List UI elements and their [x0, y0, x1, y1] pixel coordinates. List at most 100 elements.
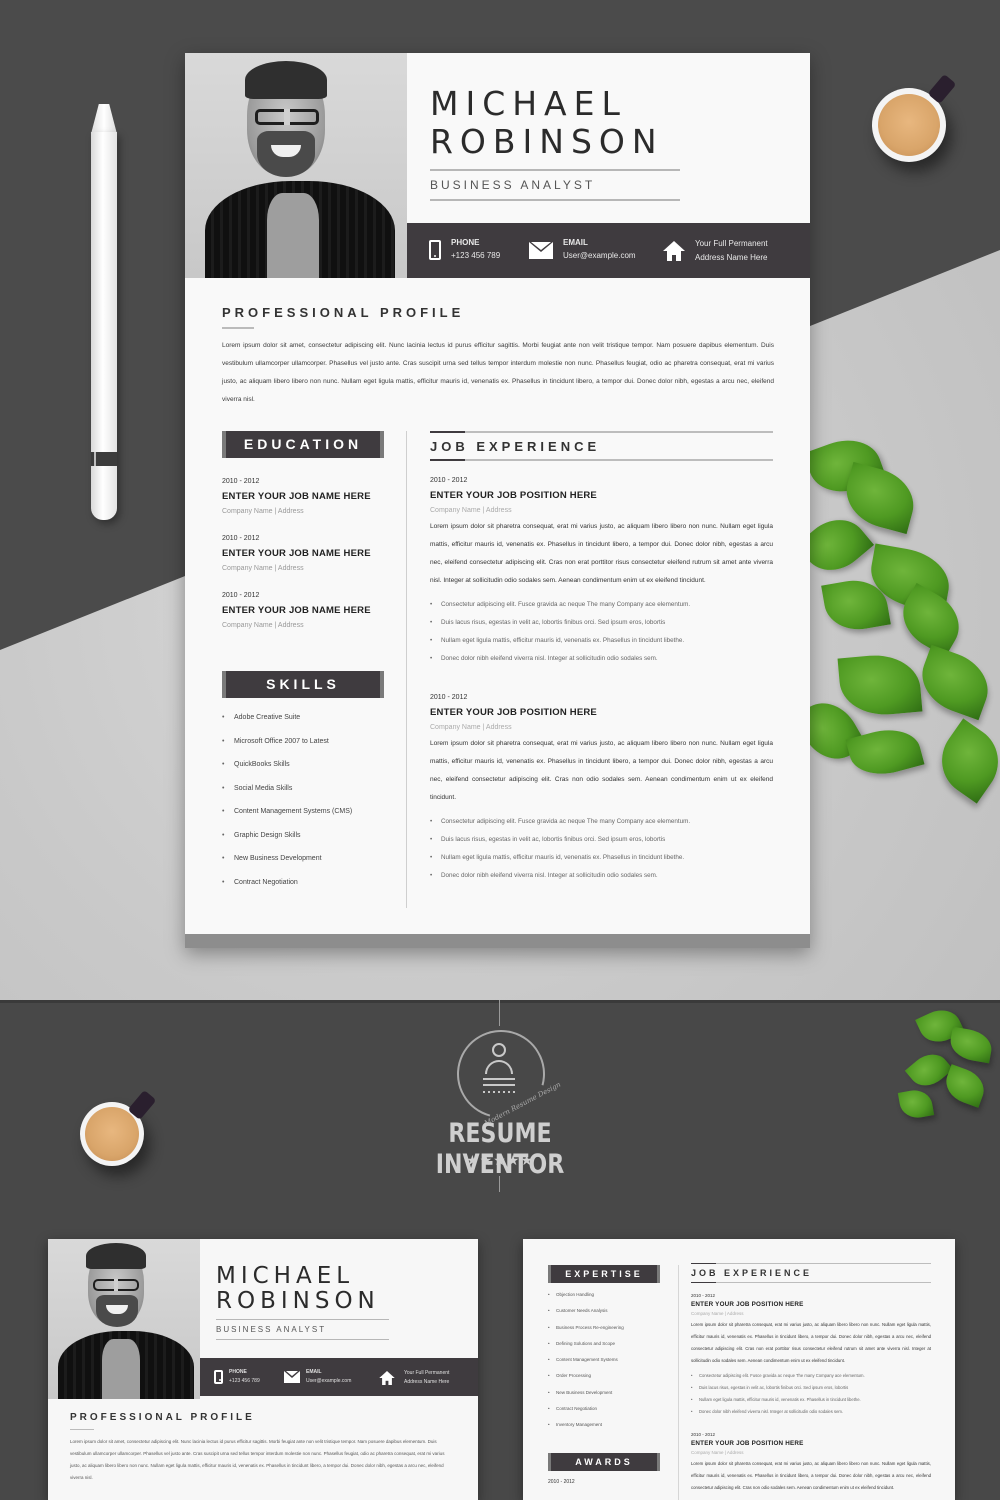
leaf	[897, 1087, 935, 1121]
job-bullets: Consectetur adipiscing elit. Fusce gravi…	[430, 813, 773, 885]
job-position: ENTER YOUR JOB POSITION HERE	[691, 1301, 804, 1308]
star-rating: ★★★★★	[466, 1152, 534, 1168]
section-heading: JOB EXPERIENCE	[691, 1268, 813, 1278]
brand-name: RESUME INVENTOR	[435, 1118, 565, 1180]
expertise-item: Business Process Re-engineering	[548, 1325, 660, 1341]
expertise-item: Contract Negotiation	[548, 1406, 660, 1422]
pencil-tip	[91, 104, 117, 134]
photo-hair	[86, 1243, 146, 1269]
job-bullets: Consectetur adipiscing elit. Fusce gravi…	[691, 1370, 931, 1418]
envelope-icon	[284, 1371, 300, 1383]
education-date: 2010 - 2012	[222, 478, 260, 485]
first-name: MICHAEL	[430, 84, 627, 123]
skill-item: Social Media Skills	[222, 785, 384, 809]
sheet-footer-bar	[185, 934, 810, 948]
job-position: ENTER YOUR JOB POSITION HERE	[691, 1440, 804, 1447]
job-description: Lorem ipsum dolor sit pharetra consequat…	[430, 740, 773, 801]
envelope-icon	[529, 241, 553, 259]
phone-value: +123 456 789	[451, 251, 501, 260]
divider	[691, 1282, 931, 1283]
address-line-2: Address Name Here	[695, 253, 768, 262]
job-bullet: Donec dolor nibh eleifend viverra nisl. …	[691, 1406, 931, 1418]
job-company: Company Name | Address	[691, 1450, 744, 1455]
education-name: ENTER YOUR JOB NAME HERE	[222, 491, 371, 502]
job-date: 2010 - 2012	[430, 477, 468, 484]
job-entry: 2010 - 2012 ENTER YOUR JOB POSITION HERE…	[430, 694, 773, 885]
job-bullet: Duis lacus risus, egestas in velit ac, l…	[430, 831, 773, 849]
divider	[691, 1263, 931, 1264]
skills-heading: SKILLS	[222, 671, 384, 698]
job-date: 2010 - 2012	[430, 694, 468, 701]
job-description: Lorem ipsum dolor sit pharetra consequat…	[430, 523, 773, 584]
brand-logo: Modern Resume Design RESUME INVENTOR ★★★…	[380, 1000, 620, 1200]
section-heading: PROFESSIONAL PROFILE	[70, 1412, 255, 1423]
education-company: Company Name | Address	[222, 565, 304, 572]
expertise-item: Content Management Systems	[548, 1357, 660, 1373]
logo-stripe	[483, 1078, 515, 1080]
section-heading: PROFESSIONAL PROFILE	[222, 305, 465, 320]
awards-heading: AWARDS	[548, 1452, 660, 1471]
home-icon	[379, 1371, 395, 1385]
contact-email: EMAIL User@example.com	[284, 1368, 351, 1386]
expertise-item: Order Processing	[548, 1373, 660, 1389]
job-bullet: Donec dolor nibh eleifend viverra nisl. …	[430, 867, 773, 885]
awards-date: 2010 - 2012	[548, 1478, 575, 1485]
last-name: ROBINSON	[430, 122, 664, 161]
contact-bar: PHONE +123 456 789 EMAIL User@example.co…	[407, 223, 810, 278]
leaf	[912, 644, 998, 721]
phone-label: PHONE	[229, 1369, 247, 1375]
contact-address: Your Full Permanent Address Name Here	[663, 237, 768, 265]
profile-photo	[185, 53, 407, 278]
person-icon-head	[492, 1043, 506, 1057]
divider	[499, 1000, 500, 1026]
profile-text: Lorem ipsum dolor sit amet, consectetur …	[222, 342, 774, 403]
address-line-1: Your Full Permanent	[695, 239, 768, 248]
skill-item: Microsoft Office 2007 to Latest	[222, 738, 384, 762]
left-column: EDUCATION 2010 - 2012 ENTER YOUR JOB NAM…	[222, 431, 384, 902]
photo-hair	[245, 61, 327, 99]
coffee-cup-image	[80, 1089, 157, 1166]
pencil-band	[91, 452, 117, 466]
expertise-item: Inventory Management	[548, 1422, 660, 1438]
coffee-surface	[877, 93, 941, 157]
leaf	[947, 1026, 995, 1064]
education-date: 2010 - 2012	[222, 535, 260, 542]
job-entry: 2010 - 2012 ENTER YOUR JOB POSITION HERE…	[691, 1293, 931, 1418]
skill-item: QuickBooks Skills	[222, 761, 384, 785]
education-company: Company Name | Address	[222, 622, 304, 629]
photo-tshirt	[267, 193, 319, 278]
address-line-2: Address Name Here	[404, 1379, 450, 1385]
home-icon	[663, 241, 685, 261]
last-name: ROBINSON	[216, 1288, 380, 1314]
leaf	[927, 718, 1000, 804]
contact-address: Your Full Permanent Address Name Here	[376, 1368, 449, 1388]
email-label: EMAIL	[563, 238, 588, 247]
expertise-list: Objection Handling Customer Needs Analys…	[548, 1292, 660, 1439]
logo-dots	[483, 1091, 515, 1093]
column-divider	[678, 1265, 679, 1500]
coffee-cup-image	[872, 73, 957, 162]
expertise-item: Objection Handling	[548, 1292, 660, 1308]
professional-profile-section: PROFESSIONAL PROFILE Lorem ipsum dolor s…	[222, 305, 774, 409]
professional-profile-section: PROFESSIONAL PROFILE Lorem ipsum dolor s…	[70, 1412, 455, 1484]
job-bullet: Duis lacus risus, egestas in velit ac, l…	[691, 1382, 931, 1394]
job-bullet: Consectetur adipiscing elit. Fusce gravi…	[430, 596, 773, 614]
job-description: Lorem ipsum dolor sit pharetra consequat…	[691, 1461, 931, 1490]
plant-image	[890, 1000, 1000, 1130]
column-divider	[406, 431, 407, 908]
email-label: EMAIL	[306, 1369, 322, 1375]
right-column: JOB EXPERIENCE 2010 - 2012 ENTER YOUR JO…	[430, 431, 773, 885]
photo-glasses	[93, 1279, 139, 1291]
contact-email: EMAIL User@example.com	[529, 237, 636, 263]
divider	[430, 431, 773, 433]
skill-item: Content Management Systems (CMS)	[222, 808, 384, 832]
job-entry: 2010 - 2012 ENTER YOUR JOB POSITION HERE…	[691, 1432, 931, 1494]
phone-value: +123 456 789	[229, 1378, 260, 1384]
photo-glasses	[255, 109, 319, 125]
divider	[216, 1339, 389, 1340]
education-item: 2010 - 2012 ENTER YOUR JOB NAME HERE Com…	[222, 592, 384, 629]
left-column: EXPERTISE Objection Handling Customer Ne…	[548, 1265, 660, 1485]
logo-stripe	[483, 1084, 515, 1086]
skill-item: Contract Negotiation	[222, 879, 384, 903]
resume-preview-page-2: EXPERTISE Objection Handling Customer Ne…	[523, 1239, 955, 1500]
